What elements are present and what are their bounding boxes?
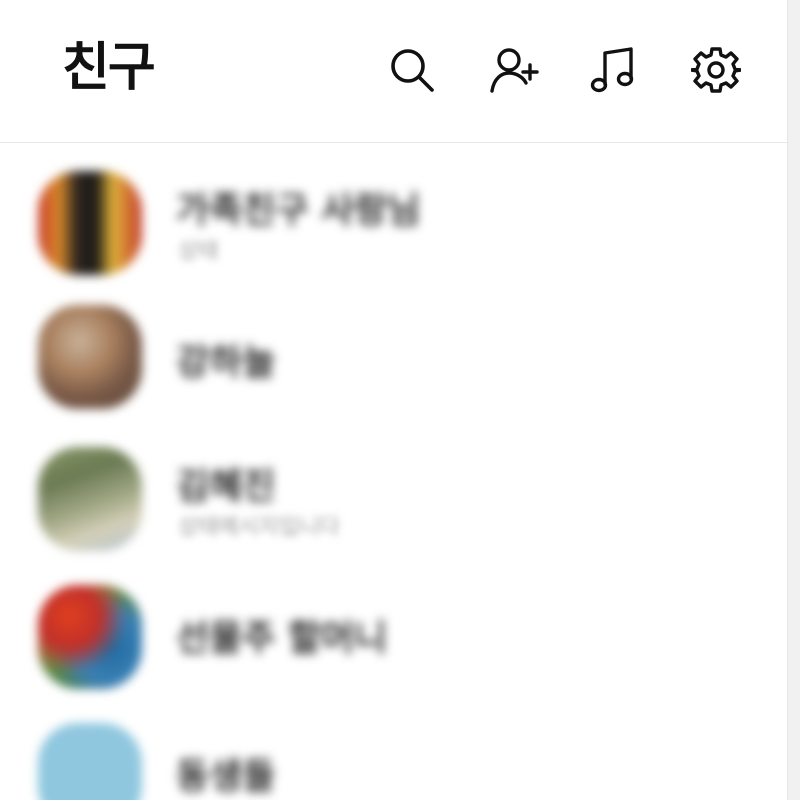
scrollbar-track[interactable]: [787, 0, 800, 800]
friend-list: 가족친구 사랑님 상태 강하늘 김혜진 상태메시지입니다 선물주 할머니 동생들: [0, 143, 788, 800]
music-note-icon: [590, 47, 634, 93]
friend-name: 동생들: [176, 756, 276, 797]
friend-row[interactable]: 김혜진 상태메시지입니다: [0, 419, 788, 557]
friend-row[interactable]: 강하늘: [0, 281, 788, 419]
avatar: [38, 723, 142, 800]
add-friend-button[interactable]: [484, 40, 544, 100]
settings-button[interactable]: [686, 40, 746, 100]
avatar: [38, 305, 142, 409]
friend-status-message: 상태: [178, 239, 219, 264]
avatar: [38, 447, 142, 551]
friend-row[interactable]: 가족친구 사랑님 상태: [0, 143, 788, 281]
friends-screen: 친구 가족친구 사랑님 상태 강하늘 김혜진 상태메시지입니다 선물주 할머니 …: [0, 0, 800, 800]
friend-name: 선물주 할머니: [176, 618, 388, 659]
music-button[interactable]: [584, 40, 644, 100]
search-icon: [391, 49, 434, 92]
header: 친구: [0, 0, 788, 143]
search-button[interactable]: [382, 40, 442, 100]
friend-name: 가족친구 사랑님: [176, 190, 421, 231]
friend-status-message: 상태메시지입니다: [178, 515, 340, 540]
friend-name: 김혜진: [176, 466, 276, 507]
avatar: [38, 171, 142, 275]
friend-row[interactable]: 동생들: [0, 695, 788, 800]
friend-row[interactable]: 선물주 할머니: [0, 557, 788, 695]
gear-icon: [691, 47, 741, 93]
add-friend-icon: [490, 48, 539, 93]
friend-name: 강하늘: [176, 342, 276, 383]
page-title: 친구: [62, 38, 156, 98]
avatar: [38, 585, 142, 689]
